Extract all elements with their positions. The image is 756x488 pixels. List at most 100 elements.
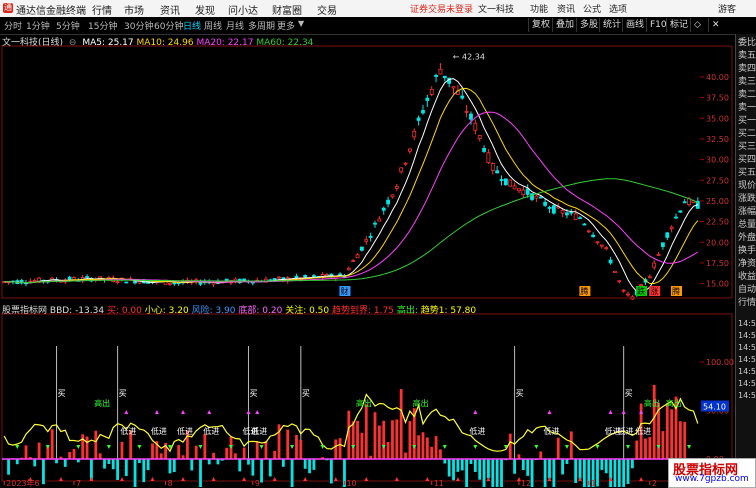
quote-field-label: 涨跌 <box>738 194 756 204</box>
main-y-tick-label: 37.50 <box>706 94 729 103</box>
mark-button[interactable]: 标记 <box>666 18 691 32</box>
quote-side-panel: 委比 卖五 卖四 卖三 卖二 卖一 买一 买二 买三 买四 买五 现价 涨跌 涨幅 总量 外盘 换手 净资 收益 自动… <box>735 34 756 487</box>
quote-field-label: 净资 <box>738 259 756 269</box>
histogram-bar <box>500 459 503 487</box>
menu-quotes[interactable]: 行情 <box>92 2 112 17</box>
green-down-arrow-icon <box>137 445 142 449</box>
histogram-bar <box>111 459 115 470</box>
period-monthly[interactable]: 月线 <box>226 19 244 32</box>
candle-body <box>272 278 277 281</box>
low-signal-label: 低进 <box>543 426 559 436</box>
menu-options[interactable]: 选项 <box>609 2 627 15</box>
candle-body <box>425 97 430 101</box>
high-signal-label: 高出 <box>666 398 682 408</box>
menu-ask[interactable]: 问小达 <box>228 2 258 17</box>
pink-arrow-icon <box>207 410 212 414</box>
close-panel-icon[interactable]: ✕ <box>708 18 723 32</box>
candle-body <box>661 242 665 247</box>
overlay-button[interactable]: 叠加 <box>552 18 577 32</box>
period-more[interactable]: 更多 <box>277 19 295 32</box>
candle-body <box>451 86 456 89</box>
indicator-chart[interactable]: 100.0050.000.00买买买买买买高出高出高出高出高出低进低进低进低进低… <box>0 300 735 487</box>
site-watermark: 股票指标网 www.7gpzb.com <box>668 458 756 488</box>
candle-body <box>595 241 600 244</box>
candle-body <box>617 280 622 283</box>
buy-signal-label: 买 <box>516 389 524 398</box>
low-signal-label: 低进 <box>151 426 167 436</box>
period-daily[interactable]: 日线 <box>183 19 201 32</box>
candle-body <box>565 212 569 216</box>
menu-news[interactable]: 资讯 <box>160 2 180 17</box>
menu-info[interactable]: 资讯 <box>557 2 575 15</box>
high-signal-label: 高出 <box>356 398 372 408</box>
quote-field-label: 外盘 <box>738 233 756 243</box>
candle-body <box>490 163 495 171</box>
watermark-url: www.7gpzb.com <box>675 474 749 484</box>
green-down-arrow-icon <box>442 445 447 449</box>
green-down-arrow-icon <box>595 445 600 449</box>
period-60min[interactable]: 60分钟 <box>154 19 183 32</box>
quote-field-label: 卖一 <box>738 103 756 113</box>
candle-body <box>674 216 678 219</box>
histogram-bar <box>665 403 669 459</box>
candle-body <box>665 232 670 238</box>
histogram-bar <box>508 433 512 459</box>
candle-body <box>495 170 500 174</box>
histogram-bar <box>308 459 311 474</box>
event-marker-label: 涨 <box>650 286 658 296</box>
period-timeshare[interactable]: 分时 <box>4 19 22 32</box>
period-weekly[interactable]: 周线 <box>204 19 222 32</box>
period-toolbar: 分时 1分钟 5分钟 15分钟 30分钟 60分钟 日线 周线 月线 多周期 更… <box>0 17 756 35</box>
login-notice[interactable]: 证券交易未登录 <box>410 2 473 15</box>
period-multi[interactable]: 多周期 <box>248 19 275 32</box>
event-marker-label: 财 <box>340 286 348 296</box>
candle-body <box>599 244 604 247</box>
histogram-bar <box>456 459 460 472</box>
multi-stock-button[interactable]: 多股 <box>576 18 601 32</box>
histogram-bar <box>596 459 599 487</box>
settings-button[interactable]: ◇ <box>690 18 704 32</box>
menu-wealth[interactable]: 财富圈 <box>272 2 302 17</box>
main-chart-frame <box>1 45 733 299</box>
histogram-bar <box>569 431 573 459</box>
histogram-bar <box>238 459 242 472</box>
histogram-bar <box>548 459 551 479</box>
menu-formula[interactable]: 公式 <box>583 2 601 15</box>
green-down-arrow-icon <box>15 445 20 449</box>
histogram-bar <box>199 459 202 487</box>
candlestick-chart[interactable]: 40.00 37.50 35.00 32.50 30.00 27.50 25.00 22.50… <box>0 34 735 300</box>
guest-label[interactable]: 游客 <box>718 2 736 15</box>
pink-arrow-icon <box>547 410 552 414</box>
histogram-bar <box>68 451 72 459</box>
period-1min[interactable]: 1分钟 <box>26 19 50 32</box>
candle-body <box>678 210 683 213</box>
histogram-bar <box>421 432 425 459</box>
candle-body <box>294 275 299 279</box>
menu-market[interactable]: 市场 <box>124 2 144 17</box>
histogram-bar <box>120 441 124 459</box>
histogram-bar <box>552 459 556 487</box>
menu-trade[interactable]: 交易 <box>317 2 337 17</box>
menu-function[interactable]: 功能 <box>530 2 548 15</box>
candle-body <box>381 207 386 211</box>
period-30min[interactable]: 30分钟 <box>124 19 153 32</box>
candle-body <box>390 194 395 198</box>
quote-field-label: 买五 <box>738 168 756 178</box>
more-dropdown-icon[interactable]: ▼ <box>298 19 304 28</box>
menubar: 通 通达信金融终端 行情 市场 资讯 发现 问小达 财富圈 交易 证券交易未登录… <box>0 0 756 18</box>
histogram-bar <box>334 439 338 459</box>
menu-discover[interactable]: 发现 <box>195 2 215 17</box>
candle-body <box>168 282 172 285</box>
histogram-bar <box>360 432 364 459</box>
candle-body <box>578 217 582 220</box>
value-badge-label: 54.10 <box>703 403 726 412</box>
event-marker-label: 跌 <box>637 286 645 296</box>
period-15min[interactable]: 15分钟 <box>88 19 117 32</box>
stats-button[interactable]: 统计 <box>599 18 624 32</box>
red-up-arrow-icon <box>425 477 430 481</box>
period-5min[interactable]: 5分钟 <box>56 19 80 32</box>
adjust-button[interactable]: 复权 <box>528 18 553 32</box>
histogram-bar <box>94 430 98 459</box>
histogram-bar <box>391 420 394 459</box>
draw-line-button[interactable]: 画线 <box>622 18 647 32</box>
